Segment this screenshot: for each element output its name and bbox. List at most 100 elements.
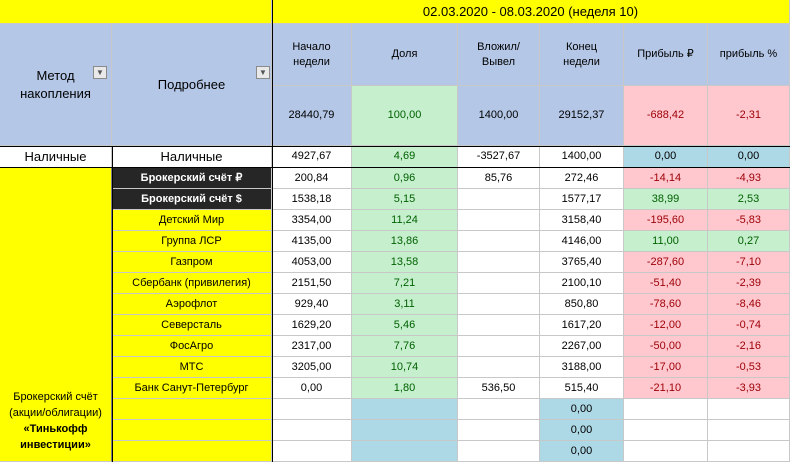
- holding-start: 1538,18: [272, 189, 352, 210]
- holding-deposit: [458, 189, 540, 210]
- holding-profit-rub: -287,60: [624, 252, 708, 273]
- holding-name: МТС: [112, 357, 272, 378]
- holding-share: [352, 420, 458, 441]
- cash-detail: Наличные: [112, 146, 272, 168]
- holding-profit-rub: -21,10: [624, 378, 708, 399]
- holding-profit-rub: [624, 441, 708, 462]
- holding-end: 4146,00: [540, 231, 624, 252]
- holding-name: [112, 441, 272, 462]
- holding-start: 0,00: [272, 378, 352, 399]
- holding-profit-rub: 11,00: [624, 231, 708, 252]
- broker-label-line1: Брокерский счёт: [13, 391, 98, 403]
- cash-end: 1400,00: [540, 146, 624, 168]
- holding-end: 850,80: [540, 294, 624, 315]
- holding-start: [272, 399, 352, 420]
- holding-share: 13,86: [352, 231, 458, 252]
- holding-name: Банк Санут-Петербург: [112, 378, 272, 399]
- holding-profit-pct: 0,27: [708, 231, 790, 252]
- holding-end: 0,00: [540, 420, 624, 441]
- holding-profit-rub: -14,14: [624, 168, 708, 189]
- holding-start: 1629,20: [272, 315, 352, 336]
- total-start: 28440,79: [272, 86, 352, 146]
- header-end: Конец недели: [540, 24, 624, 86]
- holding-profit-pct: -2,39: [708, 273, 790, 294]
- holding-end: 272,46: [540, 168, 624, 189]
- holding-profit-pct: -4,93: [708, 168, 790, 189]
- cash-method: Наличные: [0, 146, 112, 168]
- broker-label-line3: «Тинькофф: [23, 423, 88, 435]
- cash-start: 4927,67: [272, 146, 352, 168]
- header-share: Доля: [352, 24, 458, 86]
- holding-deposit: [458, 441, 540, 462]
- header-deposit: Вложил/ Вывел: [458, 24, 540, 86]
- holding-start: 3205,00: [272, 357, 352, 378]
- holding-profit-pct: [708, 420, 790, 441]
- holding-start: 2151,50: [272, 273, 352, 294]
- holding-deposit: [458, 399, 540, 420]
- total-deposit: 1400,00: [458, 86, 540, 146]
- holding-profit-rub: [624, 399, 708, 420]
- holding-share: 5,15: [352, 189, 458, 210]
- cash-profit-rub: 0,00: [624, 146, 708, 168]
- holding-deposit: [458, 231, 540, 252]
- cash-share: 4,69: [352, 146, 458, 168]
- holding-profit-rub: -195,60: [624, 210, 708, 231]
- broker-account-label: Брокерский счёт (акции/облигации) «Тиньк…: [0, 168, 112, 462]
- holding-share: 7,21: [352, 273, 458, 294]
- holding-end: 3765,40: [540, 252, 624, 273]
- holding-deposit: [458, 315, 540, 336]
- holding-start: 929,40: [272, 294, 352, 315]
- holding-profit-rub: -51,40: [624, 273, 708, 294]
- holding-start: [272, 420, 352, 441]
- top-left-blank: [0, 0, 272, 24]
- holding-name: Брокерский счёт $: [112, 189, 272, 210]
- holding-profit-pct: -7,10: [708, 252, 790, 273]
- holding-share: 1,80: [352, 378, 458, 399]
- holding-name: [112, 420, 272, 441]
- total-end: 29152,37: [540, 86, 624, 146]
- holding-share: 0,96: [352, 168, 458, 189]
- holding-share: 7,76: [352, 336, 458, 357]
- broker-label-line4: инвестиции»: [20, 439, 91, 451]
- holding-profit-pct: -5,83: [708, 210, 790, 231]
- holding-end: 2267,00: [540, 336, 624, 357]
- header-method[interactable]: Метод накопления: [0, 24, 112, 146]
- holding-name: [112, 399, 272, 420]
- holding-deposit: 536,50: [458, 378, 540, 399]
- divider-line: [112, 146, 113, 462]
- holding-start: 4053,00: [272, 252, 352, 273]
- holding-deposit: [458, 210, 540, 231]
- holding-end: 3188,00: [540, 357, 624, 378]
- holding-share: 13,58: [352, 252, 458, 273]
- holding-share: 10,74: [352, 357, 458, 378]
- holding-deposit: [458, 336, 540, 357]
- total-profit-rub: -688,42: [624, 86, 708, 146]
- holding-deposit: [458, 420, 540, 441]
- holding-share: 11,24: [352, 210, 458, 231]
- holding-share: [352, 399, 458, 420]
- total-share: 100,00: [352, 86, 458, 146]
- holding-name: Сбербанк (привилегия): [112, 273, 272, 294]
- header-detail-label: Подробнее: [157, 77, 226, 92]
- holding-end: 515,40: [540, 378, 624, 399]
- method-filter-dropdown-icon[interactable]: ▼: [93, 66, 107, 79]
- holding-end: 1617,20: [540, 315, 624, 336]
- holding-end: 1577,17: [540, 189, 624, 210]
- cash-profit-pct: 0,00: [708, 146, 790, 168]
- broker-label-line2: (акции/облигации): [9, 407, 102, 419]
- holding-profit-rub: -12,00: [624, 315, 708, 336]
- holding-profit-pct: -0,53: [708, 357, 790, 378]
- detail-filter-dropdown-icon[interactable]: ▼: [256, 66, 270, 79]
- holding-share: [352, 441, 458, 462]
- holding-profit-pct: -2,16: [708, 336, 790, 357]
- holding-name: Детский Мир: [112, 210, 272, 231]
- header-detail[interactable]: Подробнее: [112, 24, 272, 146]
- divider-line: [272, 0, 273, 462]
- holding-name: Северсталь: [112, 315, 272, 336]
- holding-name: ФосАгро: [112, 336, 272, 357]
- header-method-label: Метод накопления: [20, 67, 91, 101]
- holding-profit-pct: -0,74: [708, 315, 790, 336]
- holding-end: 2100,10: [540, 273, 624, 294]
- holding-profit-rub: -78,60: [624, 294, 708, 315]
- holding-profit-rub: 38,99: [624, 189, 708, 210]
